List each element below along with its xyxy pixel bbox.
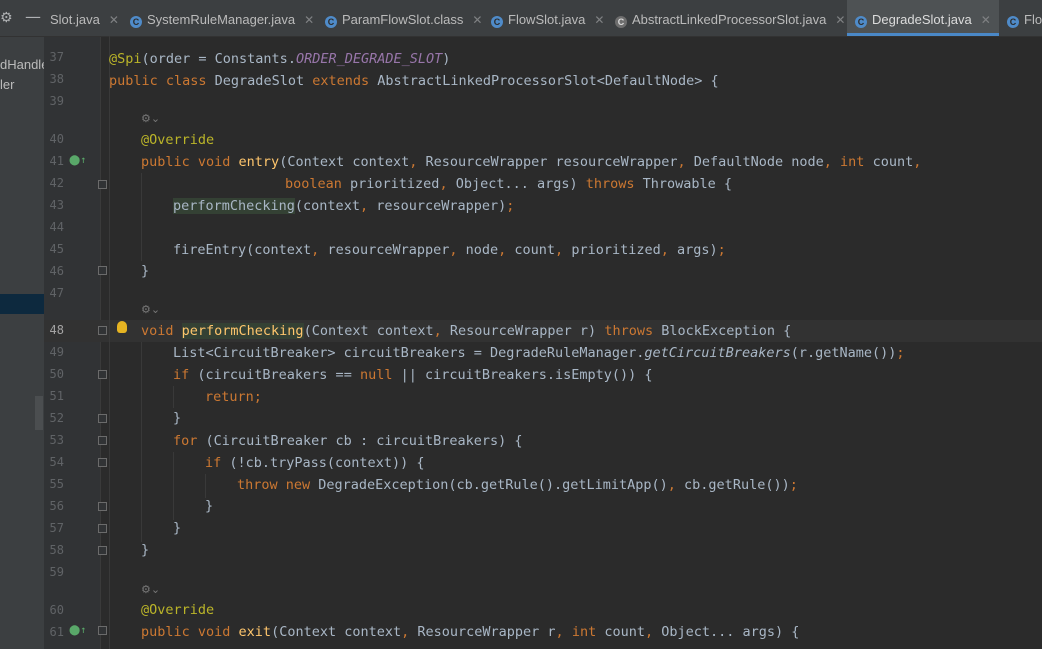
tree-item[interactable]: dHandle	[0, 57, 44, 72]
line-number: 47	[49, 286, 64, 300]
line-number: 50	[49, 367, 64, 381]
indent-guide	[141, 342, 142, 542]
code-line-37[interactable]: @Spi(order = Constants.ORDER_DEGRADE_SLO…	[109, 48, 450, 70]
fold-icon[interactable]	[98, 524, 107, 533]
line-number: 51	[49, 389, 64, 403]
tab-abstract-linked-processor-slot[interactable]: C AbstractLinkedProcessorSlot.java ✕	[615, 0, 845, 36]
code-line-51[interactable]: return;	[205, 386, 262, 408]
tab-flow-slot[interactable]: C FlowSlot.java ✕	[491, 0, 604, 36]
code-line-57[interactable]: }	[173, 517, 181, 539]
override-marker-icon[interactable]: ⬤↑	[69, 625, 86, 636]
line-number: 55	[49, 477, 64, 491]
abstract-class-icon: C	[615, 16, 627, 28]
tab-slot-java[interactable]: Slot.java ✕	[50, 0, 119, 36]
line-number: 56	[49, 499, 64, 513]
code-line-41[interactable]: public void entry(Context context, Resou…	[141, 151, 921, 173]
code-line-61[interactable]: public void exit(Context context, Resour…	[141, 621, 799, 643]
fold-icon[interactable]	[98, 370, 107, 379]
line-number: 53	[49, 433, 64, 447]
hide-panel-icon[interactable]: —	[25, 7, 41, 26]
indent-guide	[173, 452, 174, 520]
line-number: 57	[49, 521, 64, 535]
code-line-38[interactable]: public class DegradeSlot extends Abstrac…	[109, 70, 719, 92]
author-hint-icon[interactable]: ⚙⌄	[141, 112, 160, 125]
code-line-49[interactable]: List<CircuitBreaker> circuitBreakers = D…	[173, 342, 905, 364]
tab-flow-rule[interactable]: C Flo	[1007, 0, 1042, 36]
gear-icon[interactable]: ⚙	[0, 10, 13, 26]
code-line-50[interactable]: if (circuitBreakers == null || circuitBr…	[173, 364, 653, 386]
line-number: 43	[49, 198, 64, 212]
line-number: 38	[49, 72, 64, 86]
close-icon[interactable]: ✕	[594, 13, 604, 27]
code-line-43[interactable]: performChecking(context, resourceWrapper…	[173, 195, 514, 217]
line-number: 48	[49, 323, 64, 337]
close-icon[interactable]: ✕	[304, 13, 314, 27]
code-line-42[interactable]: boolean prioritized, Object... args) thr…	[285, 173, 732, 195]
fold-icon[interactable]	[98, 546, 107, 555]
editor-gutter[interactable]	[44, 37, 100, 649]
author-hint-icon[interactable]: ⚙⌄	[141, 583, 160, 596]
class-icon: C	[855, 16, 867, 28]
author-hint-icon[interactable]: ⚙⌄	[141, 303, 160, 316]
class-icon: C	[325, 16, 337, 28]
line-number: 39	[49, 94, 64, 108]
fold-icon[interactable]	[98, 326, 107, 335]
fold-icon[interactable]	[98, 436, 107, 445]
class-icon: C	[491, 16, 503, 28]
code-line-58[interactable]: }	[141, 539, 149, 561]
line-number: 46	[49, 264, 64, 278]
tab-param-flow-slot[interactable]: C ParamFlowSlot.class ✕	[325, 0, 482, 36]
code-line-54[interactable]: if (!cb.tryPass(context)) {	[205, 452, 424, 474]
fold-icon[interactable]	[98, 266, 107, 275]
line-number: 45	[49, 242, 64, 256]
code-line-55[interactable]: throw new DegradeException(cb.getRule().…	[237, 474, 798, 496]
tab-degrade-slot[interactable]: C DegradeSlot.java ✕	[847, 0, 999, 36]
indent-guide	[109, 36, 110, 649]
tree-item[interactable]: ler	[0, 77, 14, 92]
line-number: 44	[49, 220, 64, 234]
line-number: 59	[49, 565, 64, 579]
tree-selection	[0, 294, 44, 314]
project-panel-toolbar: ⚙ —	[0, 0, 44, 37]
line-number: 54	[49, 455, 64, 469]
close-icon[interactable]: ✕	[981, 13, 991, 27]
fold-icon[interactable]	[98, 626, 107, 635]
fold-icon[interactable]	[98, 414, 107, 423]
line-number: 40	[49, 132, 64, 146]
fold-icon[interactable]	[98, 180, 107, 189]
indent-guide	[173, 386, 174, 408]
editor-tab-bar: Slot.java ✕ C SystemRuleManager.java ✕ C Par…	[44, 0, 1042, 37]
lightbulb-icon[interactable]	[117, 321, 127, 333]
close-icon[interactable]: ✕	[835, 13, 845, 27]
code-line-56[interactable]: }	[205, 495, 213, 517]
code-line-46[interactable]: }	[141, 260, 149, 282]
panel-scrollbar[interactable]	[35, 396, 43, 430]
tab-system-rule-manager[interactable]: C SystemRuleManager.java ✕	[130, 0, 314, 36]
code-line-48[interactable]: void performChecking(Context context, Re…	[141, 320, 791, 342]
indent-guide	[141, 173, 142, 261]
close-icon[interactable]: ✕	[472, 13, 482, 27]
line-number: 61	[49, 625, 64, 639]
code-line-53[interactable]: for (CircuitBreaker cb : circuitBreakers…	[173, 430, 523, 452]
gutter-separator	[100, 37, 101, 649]
line-number: 37	[49, 50, 64, 64]
line-number: 42	[49, 176, 64, 190]
close-icon[interactable]: ✕	[109, 13, 119, 27]
class-icon: C	[130, 16, 142, 28]
project-panel: ⚙ — dHandle ler	[0, 0, 44, 649]
line-number: 41	[49, 154, 64, 168]
line-number: 52	[49, 411, 64, 425]
line-number: 60	[49, 603, 64, 617]
line-number: 49	[49, 345, 64, 359]
line-number: 58	[49, 543, 64, 557]
fold-icon[interactable]	[98, 502, 107, 511]
class-icon: C	[1007, 16, 1019, 28]
code-line-40[interactable]: @Override	[141, 129, 214, 151]
code-line-60[interactable]: @Override	[141, 599, 214, 621]
fold-icon[interactable]	[98, 458, 107, 467]
code-line-45[interactable]: fireEntry(context, resourceWrapper, node…	[173, 239, 726, 261]
override-marker-icon[interactable]: ⬤↑	[69, 155, 86, 166]
code-line-52[interactable]: }	[173, 407, 181, 429]
